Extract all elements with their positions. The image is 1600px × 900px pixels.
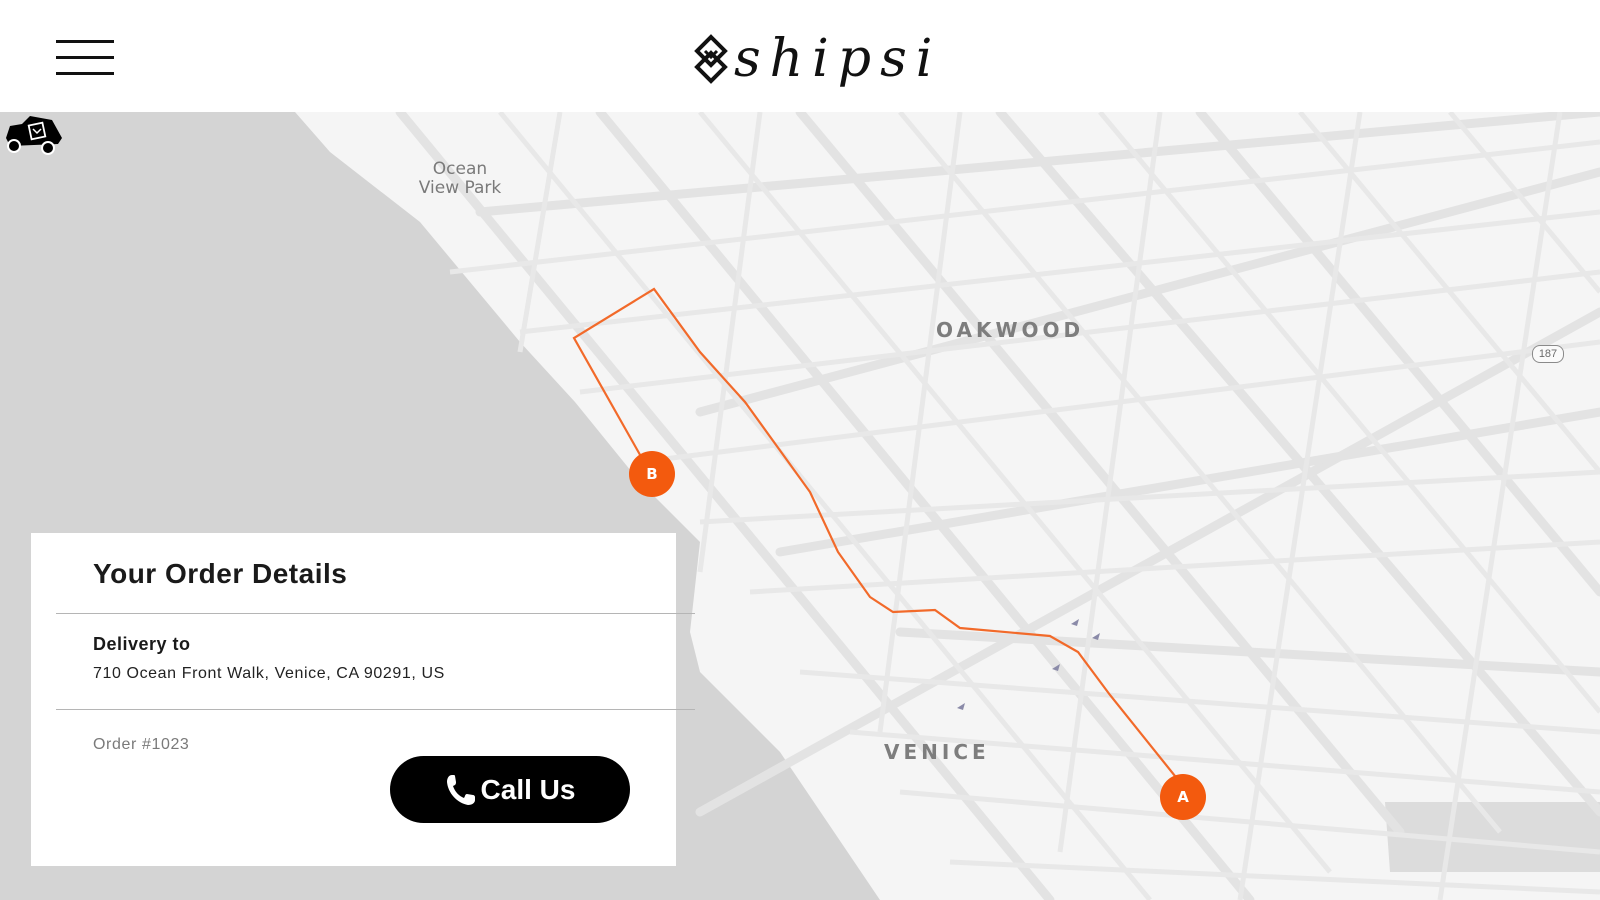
delivery-address: 710 Ocean Front Walk, Venice, CA 90291, … — [93, 665, 445, 682]
origin-marker[interactable]: A — [1160, 774, 1206, 820]
order-details-card: Your Order Details Delivery to 710 Ocean… — [31, 533, 695, 866]
map-label-venice: VENICE — [884, 740, 990, 764]
map-label-oakwood: OAKWOOD — [936, 318, 1085, 342]
destination-marker[interactable]: B — [629, 451, 675, 497]
order-number: Order #1023 — [93, 736, 190, 753]
shipsi-logo-icon — [694, 34, 728, 84]
route-shield: 187 — [1532, 345, 1564, 363]
order-details-title: Your Order Details — [93, 558, 348, 589]
phone-icon — [446, 774, 475, 805]
delivery-label: Delivery to — [93, 634, 191, 654]
map-label-park: Ocean View Park — [418, 159, 502, 198]
call-us-label: Call Us — [480, 773, 576, 805]
call-us-button[interactable]: Call Us — [390, 756, 630, 823]
hamburger-menu-icon[interactable] — [56, 40, 114, 80]
delivery-truck-icon[interactable] — [0, 112, 64, 158]
brand-logo[interactable]: shipsi — [694, 24, 941, 94]
brand-name: shipsi — [734, 29, 942, 89]
divider — [56, 709, 695, 710]
top-header: shipsi — [0, 0, 1600, 112]
divider — [56, 613, 695, 614]
